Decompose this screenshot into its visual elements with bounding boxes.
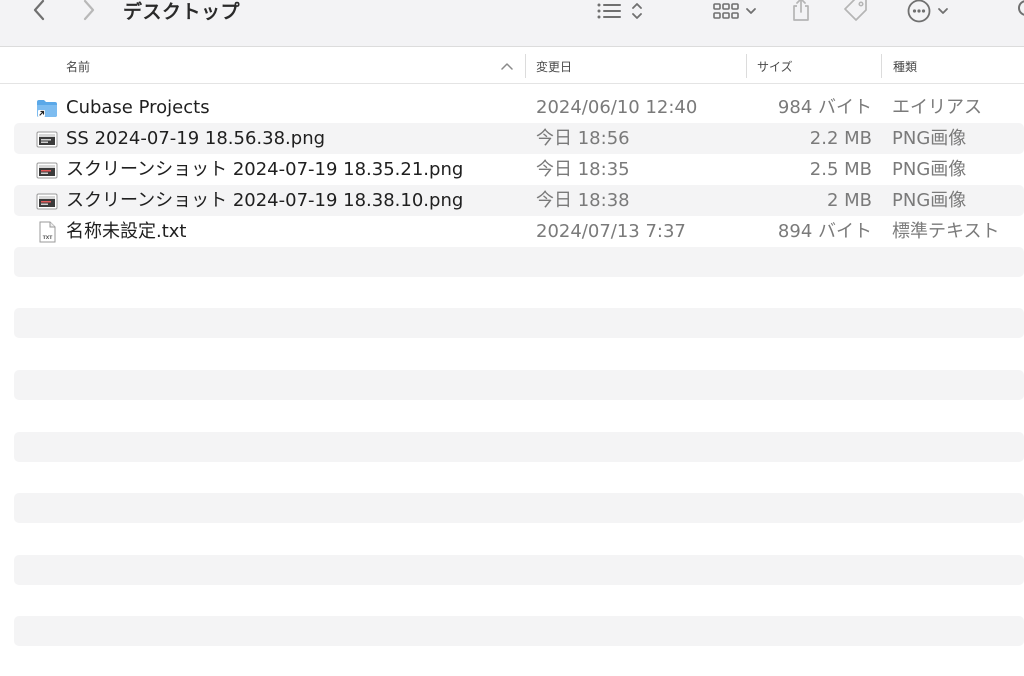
- search-icon: [1018, 0, 1024, 16]
- search-button[interactable]: [1008, 0, 1024, 26]
- file-kind: PNG画像: [892, 159, 967, 180]
- file-name: スクリーンショット 2024-07-19 18.35.21.png: [66, 159, 464, 180]
- file-kind: 標準テキスト: [892, 221, 1000, 242]
- file-kind: エイリアス: [892, 97, 982, 118]
- file-row[interactable]: Cubase Projects 2024/06/10 12:40 984 バイト…: [14, 92, 1024, 123]
- file-row[interactable]: SS 2024-07-19 18.56.38.png 今日 18:56 2.2 …: [14, 123, 1024, 154]
- back-button[interactable]: [24, 0, 54, 26]
- empty-row-stripe: [14, 432, 1024, 462]
- file-kind: PNG画像: [892, 128, 967, 149]
- finder-toolbar: デスクトップ: [0, 0, 1024, 47]
- file-row[interactable]: スクリーンショット 2024-07-19 18.38.10.png 今日 18:…: [14, 185, 1024, 216]
- column-header-kind-label: 種類: [893, 59, 918, 74]
- file-row[interactable]: スクリーンショット 2024-07-19 18.35.21.png 今日 18:…: [14, 154, 1024, 185]
- forward-button[interactable]: [74, 0, 104, 26]
- share-icon: [793, 0, 809, 21]
- view-mode-list-button[interactable]: [590, 0, 650, 26]
- column-divider[interactable]: [881, 54, 882, 78]
- column-header-bar: 名前 変更日 サイズ 種類: [0, 48, 1024, 84]
- chevron-updown-icon: [632, 3, 642, 19]
- image-file-icon: [36, 162, 58, 179]
- empty-row-stripe: [14, 616, 1024, 646]
- share-button[interactable]: [786, 0, 816, 26]
- window-title: デスクトップ: [123, 1, 241, 23]
- empty-row-stripe: [14, 370, 1024, 400]
- file-size: 2.2 MB: [809, 128, 872, 149]
- more-actions-button[interactable]: [900, 0, 956, 27]
- column-header-size[interactable]: サイズ: [757, 48, 793, 84]
- file-name: 名称未設定.txt: [66, 221, 187, 242]
- tag-button[interactable]: [838, 0, 874, 26]
- column-header-date-label: 変更日: [536, 59, 573, 74]
- chevron-down-icon: [938, 8, 948, 14]
- file-size: 2 MB: [826, 190, 872, 211]
- column-divider[interactable]: [746, 54, 747, 78]
- file-name: SS 2024-07-19 18.56.38.png: [66, 128, 326, 149]
- image-file-icon: [36, 131, 58, 148]
- column-header-size-label: サイズ: [757, 59, 793, 74]
- text-file-icon: TXT: [39, 221, 56, 243]
- empty-row-stripe: [14, 247, 1024, 277]
- grid-view-icon: [713, 3, 739, 19]
- file-date: 今日 18:35: [536, 159, 630, 180]
- column-divider[interactable]: [525, 54, 526, 78]
- column-header-name[interactable]: 名前: [66, 48, 90, 84]
- tag-icon: [844, 0, 867, 21]
- folder-alias-icon: [37, 100, 57, 117]
- column-header-name-label: 名前: [66, 59, 91, 74]
- file-name: Cubase Projects: [66, 97, 210, 118]
- chevron-right-icon: [83, 0, 95, 21]
- file-date: 2024/07/13 7:37: [536, 221, 686, 242]
- chevron-left-icon: [33, 0, 45, 21]
- ellipsis-circle-icon: [907, 0, 931, 23]
- empty-row-stripe: [14, 555, 1024, 585]
- file-size: 984 バイト: [777, 97, 872, 118]
- file-size: 2.5 MB: [809, 159, 872, 180]
- column-header-date[interactable]: 変更日: [536, 48, 572, 84]
- file-date: 2024/06/10 12:40: [536, 97, 698, 118]
- svg-text:TXT: TXT: [43, 235, 54, 241]
- column-header-kind[interactable]: 種類: [893, 48, 917, 84]
- chevron-down-icon: [746, 8, 756, 14]
- file-size: 894 バイト: [777, 221, 872, 242]
- empty-row-stripe: [14, 493, 1024, 523]
- sort-ascending-icon[interactable]: [498, 57, 516, 75]
- list-view-icon: [597, 3, 621, 19]
- file-row[interactable]: TXT 名称未設定.txt 2024/07/13 7:37 894 バイト 標準…: [14, 216, 1024, 247]
- empty-row-stripe: [14, 308, 1024, 338]
- file-date: 今日 18:38: [536, 190, 630, 211]
- group-by-button[interactable]: [706, 0, 764, 26]
- file-date: 今日 18:56: [536, 128, 630, 149]
- file-kind: PNG画像: [892, 190, 967, 211]
- image-file-icon: [36, 193, 58, 210]
- file-name: スクリーンショット 2024-07-19 18.38.10.png: [66, 190, 464, 211]
